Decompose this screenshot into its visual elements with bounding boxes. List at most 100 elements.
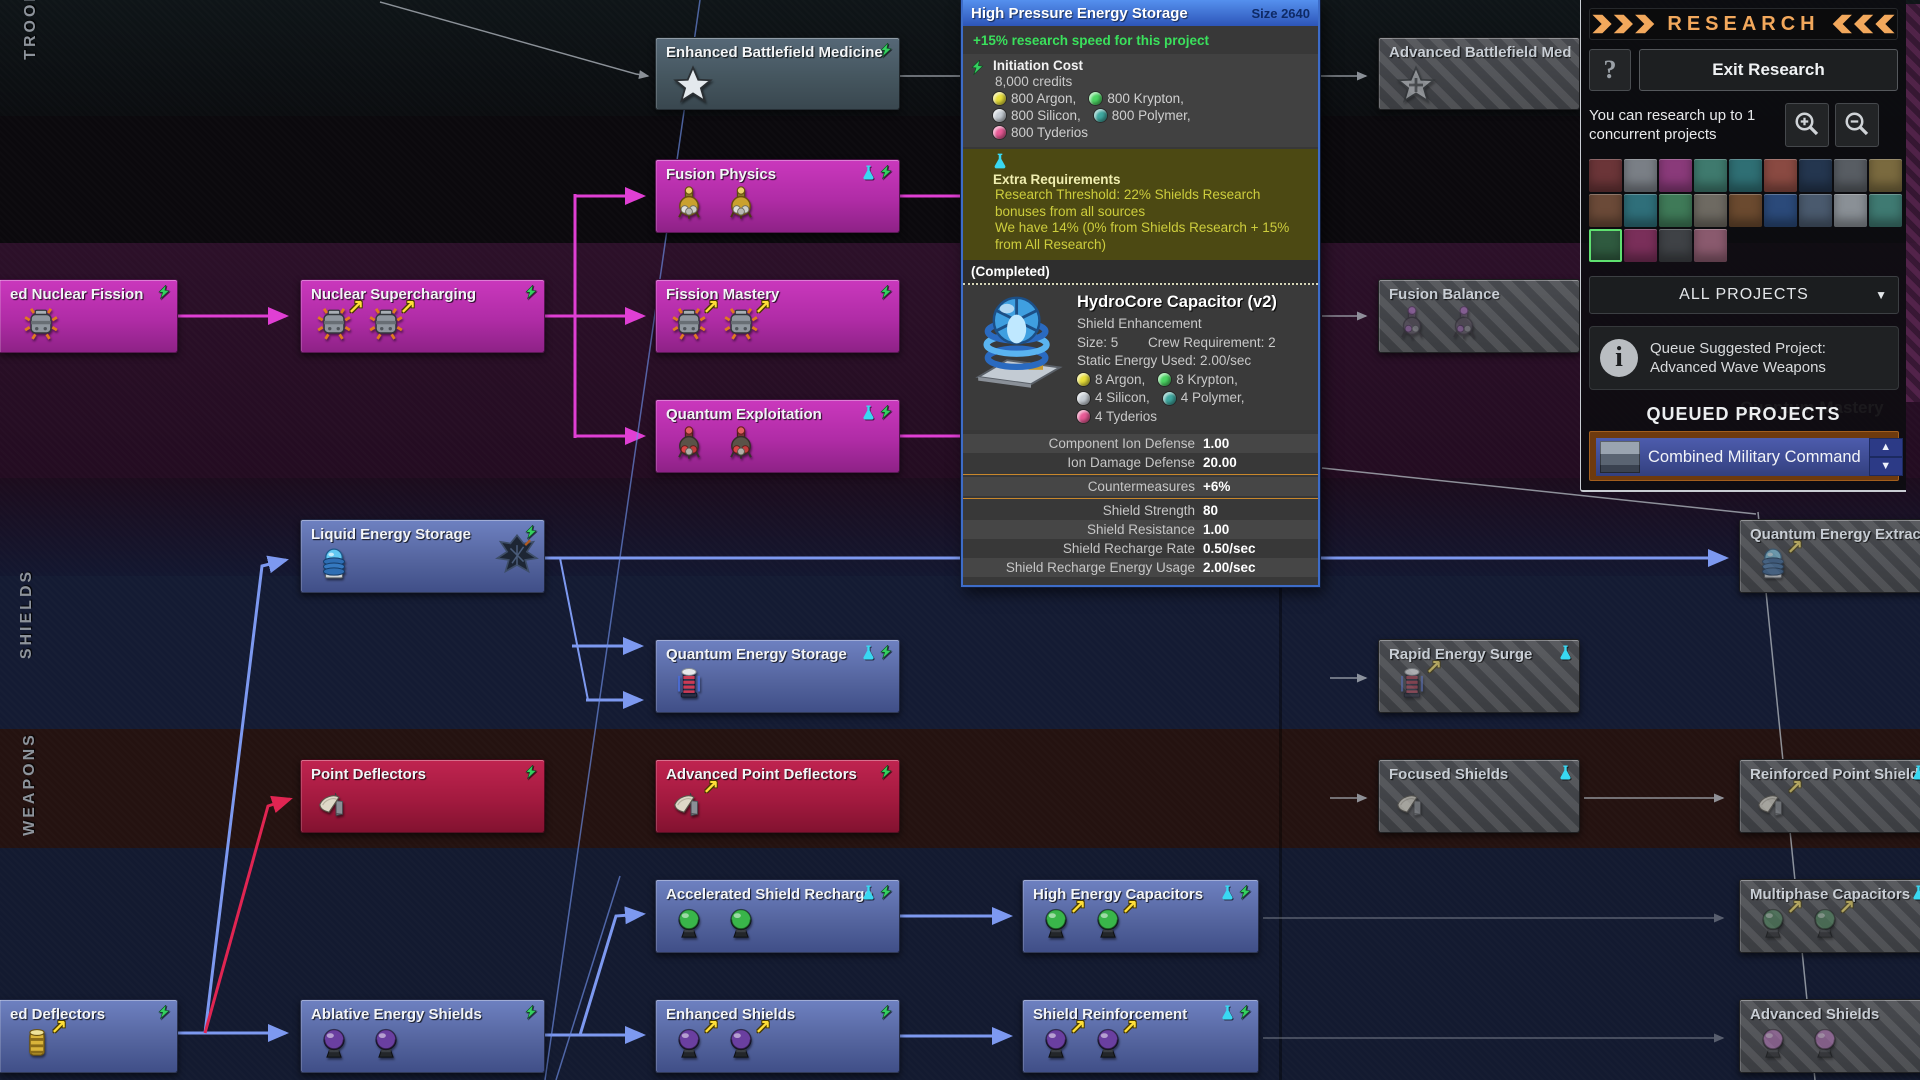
project-tile[interactable] bbox=[1624, 229, 1657, 262]
project-tile[interactable] bbox=[1869, 194, 1902, 227]
project-tile[interactable] bbox=[1834, 194, 1867, 227]
resource-row: 8 Argon, 8 Krypton, bbox=[1077, 371, 1277, 390]
chevrons-left-icon bbox=[1832, 14, 1896, 34]
project-tile[interactable] bbox=[1729, 194, 1762, 227]
tech-node-quantum-energy-extraction[interactable]: Quantum Energy Extraction ↗ bbox=[1739, 519, 1920, 593]
project-tile[interactable] bbox=[1729, 159, 1762, 192]
upgrade-arrow-icon: ↗ bbox=[399, 297, 416, 317]
zoom-in-button[interactable] bbox=[1785, 103, 1829, 147]
project-tile[interactable] bbox=[1659, 229, 1692, 262]
project-tile[interactable] bbox=[1834, 159, 1867, 192]
node-title: Enhanced Battlefield Medicine bbox=[666, 44, 891, 61]
tech-node-high-energy-capacitors[interactable]: High Energy Capacitors ↗ ↗ bbox=[1022, 879, 1259, 953]
info-icon: i bbox=[1600, 339, 1638, 377]
stat-row: Shield Recharge Energy Usage2.00/sec bbox=[963, 558, 1318, 577]
node-title: Rapid Energy Surge bbox=[1389, 646, 1571, 663]
suggested-line2: Advanced Wave Weapons bbox=[1650, 359, 1826, 376]
all-projects-dropdown[interactable]: ALL PROJECTS ▼ bbox=[1589, 276, 1899, 314]
tech-node-deflectors[interactable]: ed Deflectors ↗ bbox=[0, 999, 178, 1073]
tech-node-shield-reinforcement[interactable]: Shield Reinforcement ↗ ↗ bbox=[1022, 999, 1259, 1073]
tech-node-quantum-exploitation[interactable]: Quantum Exploitation bbox=[655, 399, 900, 473]
project-tile[interactable] bbox=[1694, 229, 1727, 262]
tech-node-focused-shields[interactable]: Focused Shields bbox=[1378, 759, 1580, 833]
polymer-icon bbox=[1094, 109, 1107, 122]
queued-project-item[interactable]: Combined Military Command ▲ ▼ bbox=[1589, 431, 1899, 481]
research-bolt-icon bbox=[880, 285, 892, 301]
node-title: Quantum Energy Storage bbox=[666, 646, 891, 663]
flask-icon bbox=[1221, 1005, 1234, 1020]
tech-node-enhanced-shields[interactable]: Enhanced Shields ↗ ↗ bbox=[655, 999, 900, 1073]
tooltip-title: High Pressure Energy Storage bbox=[971, 5, 1188, 22]
node-title: Reinforced Point Shields bbox=[1750, 766, 1920, 783]
project-tile[interactable] bbox=[1589, 194, 1622, 227]
project-tile[interactable] bbox=[1659, 159, 1692, 192]
upgrade-arrow-icon: ↗ bbox=[1786, 777, 1803, 797]
node-title: Ablative Energy Shields bbox=[311, 1006, 536, 1023]
project-tile[interactable] bbox=[1869, 159, 1902, 192]
node-title: Shield Reinforcement bbox=[1033, 1006, 1250, 1023]
project-tile[interactable] bbox=[1589, 159, 1622, 192]
tech-node-advanced-battlefield-medicine[interactable]: Advanced Battlefield Medicine bbox=[1378, 37, 1580, 110]
research-bolt-icon bbox=[971, 60, 984, 77]
queue-suggested-project-button[interactable]: i Queue Suggested Project: Advanced Wave… bbox=[1589, 326, 1899, 390]
resource-row: 4 Tyderios bbox=[1077, 408, 1277, 427]
help-button[interactable]: ? bbox=[1589, 49, 1631, 91]
stat-value: 20.00 bbox=[1203, 453, 1237, 472]
move-up-button[interactable]: ▲ bbox=[1869, 438, 1903, 457]
tech-node-quantum-energy-storage[interactable]: Quantum Energy Storage bbox=[655, 639, 900, 713]
resource-cost: 800 Tyderios bbox=[1011, 124, 1088, 141]
silicon-icon bbox=[1077, 392, 1090, 405]
tech-node-ablative-energy-shields[interactable]: Ablative Energy Shields bbox=[300, 999, 545, 1073]
tech-node-rapid-energy-surge[interactable]: Rapid Energy Surge ↗ bbox=[1378, 639, 1580, 713]
tech-node-fusion-balance[interactable]: Fusion Balance bbox=[1378, 279, 1580, 353]
extra-requirements-section: Extra Requirements Research Threshold: 2… bbox=[963, 149, 1318, 260]
fusion-reactor-icon bbox=[724, 186, 758, 222]
stat-value: +6% bbox=[1203, 477, 1230, 496]
tech-node-multiphase-capacitors[interactable]: Multiphase Capacitors ↗ ↗ bbox=[1739, 879, 1920, 953]
tech-node-point-deflectors[interactable]: Point Deflectors bbox=[300, 759, 545, 833]
tech-node-advanced-shields[interactable]: Advanced Shields bbox=[1739, 999, 1920, 1073]
resource-row: 800 Argon, 800 Krypton, bbox=[993, 90, 1310, 107]
upgrade-arrow-icon: ↗ bbox=[702, 1017, 719, 1037]
unlocked-item-card: HydroCore Capacitor (v2) Shield Enhancem… bbox=[963, 285, 1318, 430]
project-tile[interactable] bbox=[1624, 159, 1657, 192]
project-tile[interactable] bbox=[1764, 194, 1797, 227]
project-tile[interactable] bbox=[1799, 159, 1832, 192]
project-thumbnail bbox=[1600, 441, 1640, 473]
project-tile[interactable] bbox=[1624, 194, 1657, 227]
stat-label: Shield Resistance bbox=[963, 520, 1203, 539]
tech-node-liquid-energy-storage[interactable]: Liquid Energy Storage bbox=[300, 519, 545, 593]
queued-project-row[interactable]: Combined Military Command ▲ ▼ bbox=[1596, 438, 1892, 476]
tech-node-fusion-physics[interactable]: Fusion Physics bbox=[655, 159, 900, 233]
krypton-icon bbox=[1158, 373, 1171, 386]
flask-icon bbox=[862, 645, 875, 660]
stat-label: Shield Strength bbox=[963, 501, 1203, 520]
project-tile[interactable] bbox=[1659, 194, 1692, 227]
node-title: Quantum Energy Extraction bbox=[1750, 526, 1920, 543]
silicon-icon bbox=[993, 109, 1006, 122]
flask-icon bbox=[1221, 885, 1234, 900]
tech-node-enhanced-battlefield-medicine[interactable]: Enhanced Battlefield Medicine bbox=[655, 37, 900, 110]
tech-node-advanced-point-deflectors[interactable]: Advanced Point Deflectors ↗ bbox=[655, 759, 900, 833]
upgrade-arrow-icon: ↗ bbox=[754, 297, 771, 317]
project-tile[interactable] bbox=[1764, 159, 1797, 192]
exit-research-button[interactable]: Exit Research bbox=[1639, 49, 1898, 91]
project-tile[interactable] bbox=[1694, 159, 1727, 192]
node-title: Focused Shields bbox=[1389, 766, 1571, 783]
tech-node-nuclear-fission[interactable]: ed Nuclear Fission bbox=[0, 279, 178, 353]
stat-label: Countermeasures bbox=[963, 477, 1203, 496]
tech-node-fission-mastery[interactable]: Fission Mastery ↗ ↗ bbox=[655, 279, 900, 353]
shield-generator-icon bbox=[1808, 1026, 1842, 1062]
tech-node-reinforced-point-shields[interactable]: Reinforced Point Shields ↗ bbox=[1739, 759, 1920, 833]
move-down-button[interactable]: ▼ bbox=[1869, 457, 1903, 476]
tech-node-nuclear-supercharging[interactable]: Nuclear Supercharging ↗ ↗ bbox=[300, 279, 545, 353]
project-tile[interactable] bbox=[1694, 194, 1727, 227]
research-bolt-icon bbox=[880, 1005, 892, 1021]
tooltip-size: Size 2640 bbox=[1251, 6, 1310, 21]
project-tile[interactable] bbox=[1799, 194, 1832, 227]
project-tile[interactable] bbox=[1589, 229, 1622, 262]
stat-row: Shield Strength80 bbox=[963, 501, 1318, 520]
tech-node-accelerated-shield-recharge[interactable]: Accelerated Shield Recharge bbox=[655, 879, 900, 953]
resource-cost: 800 Argon, bbox=[1011, 90, 1076, 107]
zoom-out-button[interactable] bbox=[1835, 103, 1879, 147]
